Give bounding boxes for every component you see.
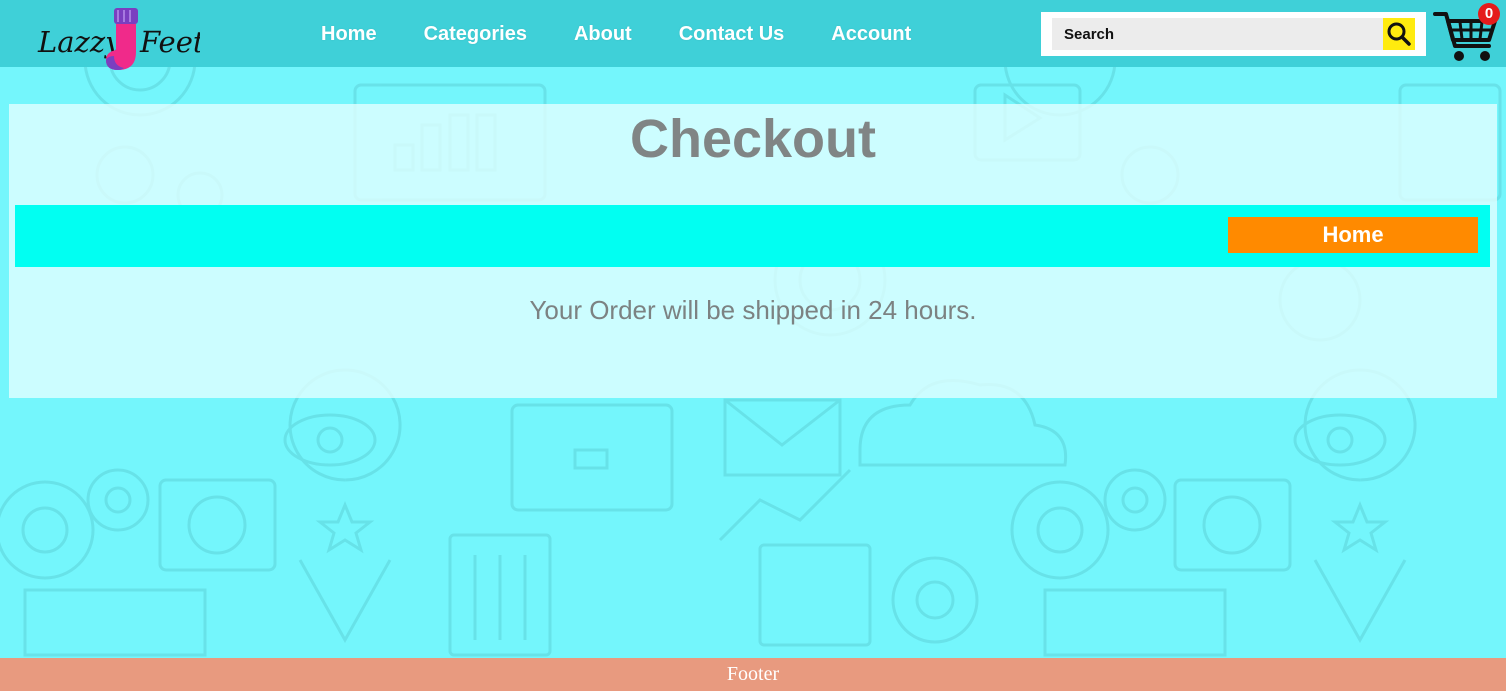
nav-account[interactable]: Account bbox=[831, 20, 911, 48]
order-status-message: Your Order will be shipped in 24 hours. bbox=[529, 295, 977, 325]
breadcrumb-bar: Home bbox=[15, 205, 1490, 267]
search-icon bbox=[1387, 22, 1411, 46]
logo-text-right: Feet bbox=[139, 25, 200, 59]
search-input[interactable] bbox=[1052, 18, 1412, 50]
nav-home[interactable]: Home bbox=[321, 20, 377, 48]
brand-logo[interactable]: Lazzy Feet bbox=[30, 4, 200, 76]
nav-contact-us[interactable]: Contact Us bbox=[679, 20, 785, 48]
site-header: Lazzy Feet Home Categories About Contact… bbox=[0, 0, 1506, 70]
page-title: Checkout bbox=[629, 109, 877, 169]
main-nav: Home Categories About Contact Us Account bbox=[298, 20, 958, 48]
nav-about[interactable]: About bbox=[574, 20, 632, 48]
search-bar bbox=[1041, 12, 1426, 56]
nav-categories[interactable]: Categories bbox=[424, 20, 527, 48]
cart-count-badge: 0 bbox=[1478, 3, 1500, 25]
site-footer: Footer bbox=[0, 658, 1506, 691]
checkout-panel: Checkout Home Your Order will be shipped… bbox=[9, 104, 1497, 398]
search-button[interactable] bbox=[1383, 18, 1415, 50]
home-button[interactable]: Home bbox=[1228, 217, 1478, 253]
